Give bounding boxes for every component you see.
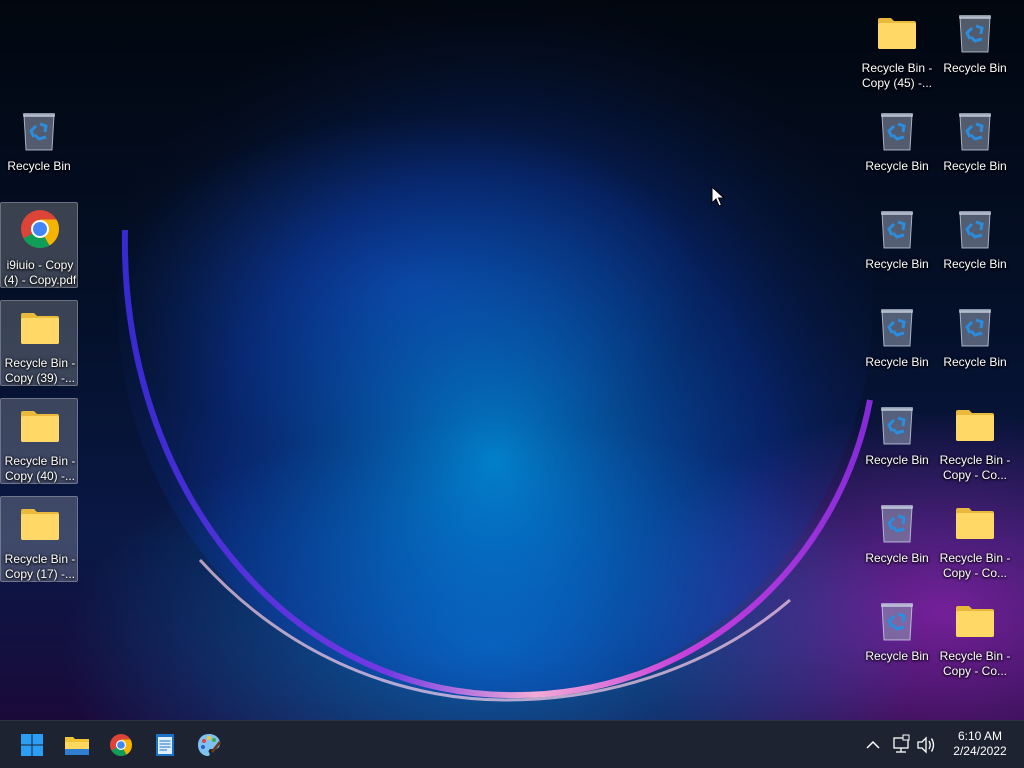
recycle-bin-icon [877,110,917,152]
chevron-up-icon [866,740,880,749]
desktop-icon-label: Recycle Bin [865,355,929,369]
recycle-bin-icon [881,505,913,543]
recycle-bin-icon [881,113,913,151]
folder-icon [21,313,59,344]
desktop-icon[interactable]: Recycle Bin [858,398,936,484]
folder-icon [65,737,89,755]
desktop-icon-label: Recycle Bin [865,159,929,173]
desktop-icon[interactable]: Recycle Bin [936,104,1014,190]
folder-icon [878,18,916,49]
desktop-icon[interactable]: Recycle Bin - Copy (17) -... [0,496,78,582]
desktop-icon[interactable]: Recycle Bin [936,300,1014,386]
desktop-icon[interactable]: Recycle Bin - Copy - Co... [936,398,1014,484]
folder-icon [877,12,917,54]
desktop-icon[interactable]: Recycle Bin [936,6,1014,92]
desktop-icon-label: Recycle Bin - Copy - Co... [939,453,1011,482]
chrome-icon [110,734,132,756]
desktop-icon[interactable]: Recycle Bin - Copy (39) -... [0,300,78,386]
desktop-icon-label: i9iuio - Copy (4) - Copy.pdf [3,258,77,287]
desktop-icon-label: Recycle Bin - Copy (17) -... [4,552,76,581]
volume-button[interactable] [915,727,937,763]
desktop-icon-label: Recycle Bin [865,453,929,467]
desktop-icon[interactable]: Recycle Bin [0,104,78,190]
desktop-icon[interactable]: Recycle Bin - Copy (40) -... [0,398,78,484]
recycle-bin-icon [881,603,913,641]
recycle-bin-icon [959,15,991,53]
folder-icon [21,509,59,540]
desktop-icon[interactable]: Recycle Bin [858,104,936,190]
mouse-cursor-icon [711,186,725,207]
desktop-icon-label: Recycle Bin - Copy - Co... [939,649,1011,678]
notepad-button[interactable] [147,727,183,763]
chrome-button[interactable] [103,727,139,763]
desktop-icon[interactable]: i9iuio - Copy (4) - Copy.pdf [0,202,78,288]
desktop-icon[interactable]: Recycle Bin [858,300,936,386]
desktop-icon[interactable]: Recycle Bin - Copy (45) -... [858,6,936,92]
desktop-icon[interactable]: Recycle Bin [936,202,1014,288]
desktop-icon-label: Recycle Bin - Copy - Co... [939,551,1011,580]
recycle-bin-icon [959,113,991,151]
folder-icon [21,411,59,442]
recycle-bin-icon [955,12,995,54]
recycle-bin-icon [955,208,995,250]
clock-time: 6:10 AM [957,729,1003,743]
desktop-icon-label: Recycle Bin [943,257,1007,271]
paint-button[interactable] [191,727,227,763]
paint-palette-icon [198,734,221,756]
recycle-bin-icon [23,113,55,151]
recycle-bin-icon [881,309,913,347]
desktop-icon[interactable]: Recycle Bin [858,496,936,582]
desktop-icon-label: Recycle Bin [7,159,71,173]
desktop-icon[interactable]: Recycle Bin - Copy - Co... [936,496,1014,582]
recycle-bin-icon [959,309,991,347]
folder-icon [956,606,994,637]
folder-icon [20,405,60,447]
recycle-bin-icon [955,306,995,348]
taskbar: 6:10 AM 2/24/2022 [0,720,1024,768]
network-button[interactable] [890,727,912,763]
recycle-bin-icon [959,211,991,249]
desktop-icon-label: Recycle Bin [865,257,929,271]
chrome-pdf-icon [20,209,60,251]
notepad-icon [156,734,174,756]
clock[interactable]: 6:10 AM 2/24/2022 [940,729,1020,761]
chrome-pdf-icon [21,210,60,249]
folder-icon [955,404,995,446]
recycle-bin-icon [955,110,995,152]
volume-icon [917,736,935,754]
folder-icon [955,600,995,642]
recycle-bin-icon [877,404,917,446]
desktop-icon-label: Recycle Bin [865,551,929,565]
desktop-icon-label: Recycle Bin [943,61,1007,75]
recycle-bin-icon [881,407,913,445]
desktop-icon-label: Recycle Bin [943,159,1007,173]
desktop-icon-label: Recycle Bin [943,355,1007,369]
recycle-bin-icon [877,306,917,348]
desktop-icon-label: Recycle Bin - Copy (39) -... [4,356,76,385]
start-button[interactable] [14,727,50,763]
folder-icon [20,307,60,349]
desktop-icon-label: Recycle Bin [865,649,929,663]
desktop-icon[interactable]: Recycle Bin [858,594,936,680]
recycle-bin-icon [877,600,917,642]
network-icon [893,734,910,753]
desktop-icon[interactable]: Recycle Bin - Copy - Co... [936,594,1014,680]
clock-date: 2/24/2022 [953,744,1007,758]
desktop-icon[interactable]: Recycle Bin [858,202,936,288]
folder-icon [956,508,994,539]
file-explorer-button[interactable] [59,727,95,763]
recycle-bin-icon [877,502,917,544]
desktop-icon-label: Recycle Bin - Copy (40) -... [4,454,76,483]
recycle-bin-icon [19,110,59,152]
folder-icon [956,410,994,441]
desktop[interactable]: Recycle Bin i9iuio - Copy (4) - Copy.pdf R… [0,0,1024,720]
recycle-bin-icon [881,211,913,249]
recycle-bin-icon [877,208,917,250]
folder-icon [955,502,995,544]
windows-logo-icon [21,734,43,756]
show-hidden-icons-button[interactable] [863,727,883,763]
folder-icon [20,503,60,545]
desktop-icon-label: Recycle Bin - Copy (45) -... [861,61,933,90]
